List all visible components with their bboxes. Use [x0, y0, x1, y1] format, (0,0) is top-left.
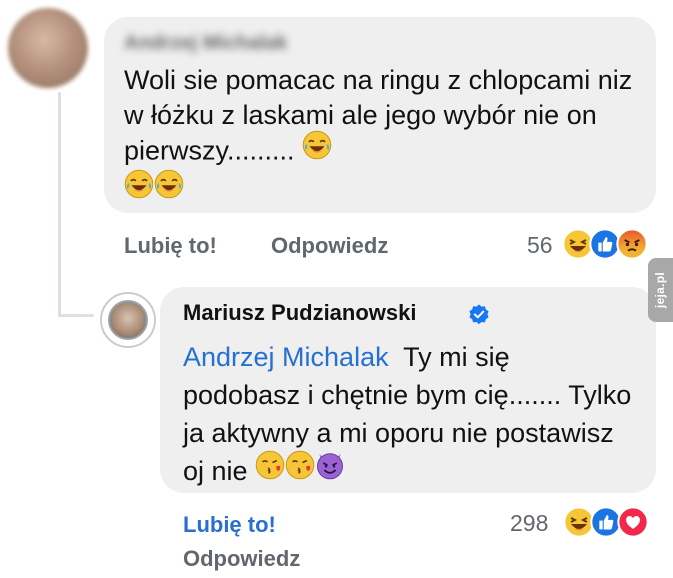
avatar[interactable]	[100, 292, 156, 348]
kissing-heart-face-icon	[285, 450, 315, 490]
laughing-face-icon	[154, 169, 184, 208]
thread-line-horizontal	[58, 314, 94, 317]
comment-author-name[interactable]: Mariusz Pudzianowski	[183, 300, 417, 326]
reply-button[interactable]: Odpowiedz	[271, 233, 388, 259]
comment-author-name[interactable]: Andrzej Michalak	[124, 32, 332, 60]
mention-link[interactable]: Andrzej Michalak	[183, 342, 389, 372]
laughing-face-icon	[124, 169, 154, 208]
thread-line-vertical	[58, 92, 61, 317]
comment-text: Andrzej Michalak Ty mi się podobasz i ch…	[183, 338, 633, 493]
kissing-heart-face-icon	[255, 450, 285, 490]
watermark-text: jeja.pl	[653, 271, 668, 309]
love-icon	[617, 506, 649, 538]
reply-button[interactable]: Odpowiedz	[183, 546, 300, 572]
laughing-face-icon	[302, 130, 332, 169]
angry-icon	[616, 228, 648, 260]
comment-text: Woli sie pomacac na ringu z chlopcami ni…	[124, 63, 634, 211]
watermark: jeja.pl	[648, 258, 673, 322]
reaction-summary[interactable]	[563, 506, 649, 538]
avatar[interactable]	[8, 8, 88, 88]
like-button[interactable]: Lubię to!	[124, 233, 217, 259]
like-button[interactable]: Lubię to!	[183, 512, 276, 538]
profile-photo	[108, 300, 148, 340]
reaction-count[interactable]: 56	[527, 232, 553, 259]
verified-badge-icon	[467, 303, 491, 327]
smiling-devil-icon	[315, 450, 345, 490]
reaction-summary[interactable]	[562, 228, 648, 260]
reaction-count[interactable]: 298	[510, 510, 548, 537]
comment-body: Woli sie pomacac na ringu z chlopcami ni…	[124, 65, 633, 166]
